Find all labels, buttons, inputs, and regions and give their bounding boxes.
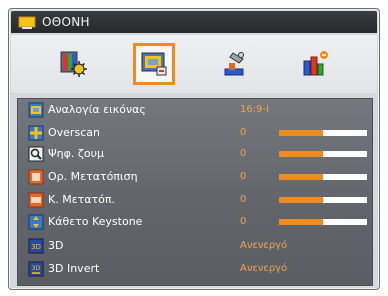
display-menu-icon <box>18 15 36 29</box>
list-item-v-shift[interactable]: Κ. Μετατόπ. 0 <box>18 191 372 210</box>
v-keystone-slider[interactable] <box>279 219 367 225</box>
h-shift-slider[interactable] <box>279 174 367 180</box>
setup-tools-icon <box>224 52 245 76</box>
row-value: Ανενεργό <box>240 263 288 274</box>
3d-invert-icon: 3D <box>28 261 44 277</box>
row-label: Ψηφ. ζουμ <box>48 147 104 160</box>
list-item-overscan[interactable]: Overscan 0 <box>18 124 372 143</box>
slider-fill <box>279 174 323 180</box>
v-shift-slider[interactable] <box>279 197 367 203</box>
menu-tabs <box>11 35 377 93</box>
v-shift-icon <box>28 192 44 208</box>
overscan-icon <box>28 125 44 141</box>
row-value: 0 <box>240 148 247 159</box>
row-value: Ανενεργό <box>240 240 288 251</box>
tab-options[interactable] <box>294 43 336 85</box>
row-value: 0 <box>240 127 247 138</box>
svg-text:3D: 3D <box>31 243 41 251</box>
list-item-digital-zoom[interactable]: Ψηφ. ζουμ 0 <box>18 145 372 164</box>
tab-picture[interactable] <box>52 43 94 85</box>
row-label: 3D Invert <box>48 262 100 275</box>
display-osd-menu: ΟΘΟΝΗ Αναλογία εικόνας 16:9-I Overscan 0… <box>8 8 380 290</box>
tab-setup[interactable] <box>213 43 255 85</box>
row-value: 16:9-I <box>240 104 270 115</box>
slider-fill <box>279 151 323 157</box>
aspect-ratio-icon <box>28 102 44 118</box>
list-item-3d[interactable]: 3D 3D Ανενεργό <box>18 237 372 256</box>
row-label: Αναλογία εικόνας <box>48 103 146 116</box>
display-settings-list: Αναλογία εικόνας 16:9-I Overscan 0 Ψηφ. … <box>17 98 373 286</box>
v-keystone-icon <box>28 214 44 230</box>
list-item-v-keystone[interactable]: Κάθετο Keystone 0 <box>18 213 372 232</box>
row-value: 0 <box>240 171 247 182</box>
tab-display[interactable] <box>132 43 175 85</box>
row-label: Κάθετο Keystone <box>48 215 143 228</box>
picture-settings-icon <box>60 51 88 77</box>
row-label: 3D <box>48 239 64 252</box>
title-bar: ΟΘΟΝΗ <box>11 11 377 33</box>
list-item-h-shift[interactable]: Ορ. Μετατόπιση 0 <box>18 168 372 187</box>
overscan-slider[interactable] <box>279 130 367 136</box>
options-icon <box>303 51 328 76</box>
digital-zoom-slider[interactable] <box>279 151 367 157</box>
list-item-3d-invert[interactable]: 3D 3D Invert Ανενεργό <box>18 260 372 279</box>
svg-text:3D: 3D <box>32 265 41 272</box>
slider-fill <box>279 130 323 136</box>
slider-fill <box>279 197 323 203</box>
display-screen-icon <box>141 52 167 76</box>
row-value: 0 <box>240 194 247 205</box>
menu-title: ΟΘΟΝΗ <box>42 15 90 29</box>
row-value: 0 <box>240 216 247 227</box>
slider-fill <box>279 219 323 225</box>
3d-icon: 3D <box>28 238 44 254</box>
list-item-aspect-ratio[interactable]: Αναλογία εικόνας 16:9-I <box>18 101 372 120</box>
h-shift-icon <box>28 169 44 185</box>
row-label: Overscan <box>48 126 100 139</box>
row-label: Κ. Μετατόπ. <box>48 193 115 206</box>
row-label: Ορ. Μετατόπιση <box>48 170 138 183</box>
digital-zoom-icon <box>28 146 44 162</box>
